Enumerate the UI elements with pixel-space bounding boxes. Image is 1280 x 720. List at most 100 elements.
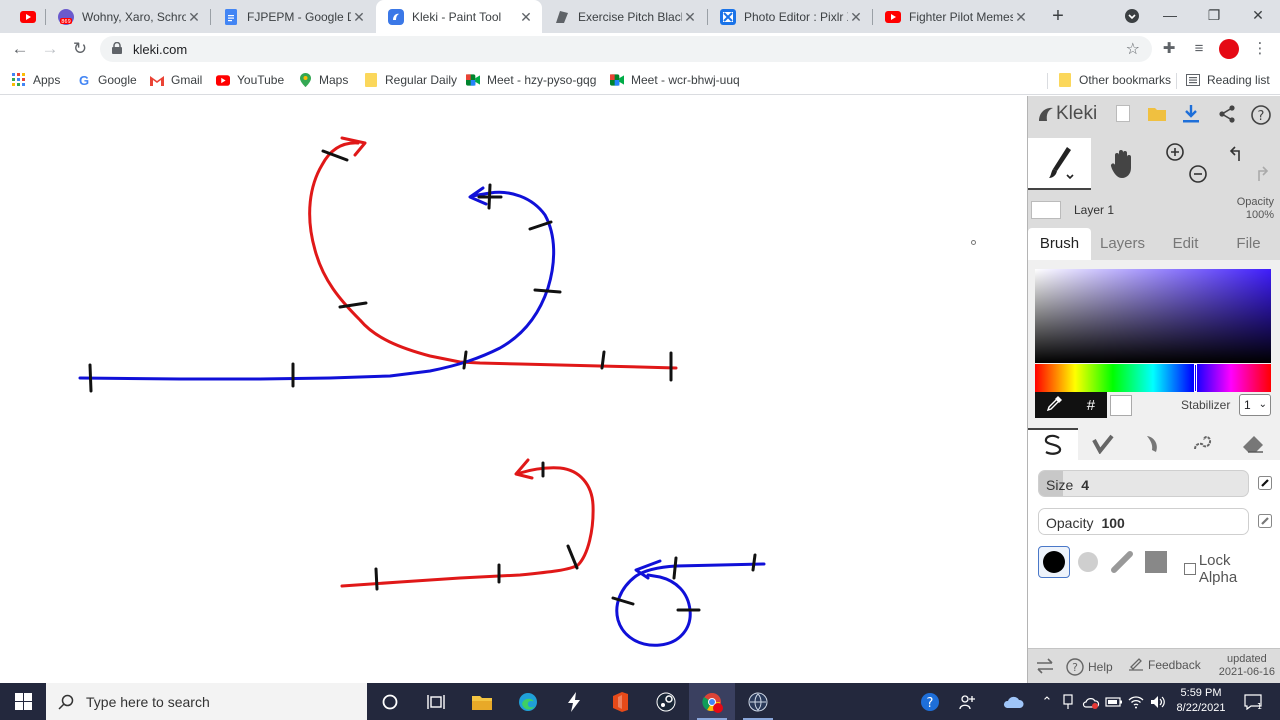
color-saturation-value-picker[interactable] [1035,269,1271,363]
bookmark-meet-1[interactable]: Meet - hzy-pyso-gqg [466,71,596,89]
bookmark-meet-2[interactable]: Meet - wcr-bhwj-uuq [610,71,740,89]
cloud-sync-icon[interactable] [1080,683,1102,720]
weather-icon[interactable] [998,683,1028,720]
taskbar-clock[interactable]: 5:59 PM 8/22/2021 [1166,686,1236,716]
hand-tool[interactable] [1091,138,1154,190]
opacity-slider[interactable]: Opacity 100 [1038,508,1249,535]
bookmark-star-icon[interactable]: ☆ [1126,39,1140,59]
close-icon[interactable]: ✕ [186,9,202,25]
edit-size-icon[interactable] [1257,476,1273,492]
volume-icon[interactable] [1148,683,1168,720]
stabilizer-select[interactable]: 1 ⌄ [1239,394,1271,416]
usb-icon[interactable] [1058,683,1078,720]
tab-youtube[interactable] [8,0,44,33]
lightning-app-icon[interactable] [551,683,597,720]
profile-avatar[interactable] [1219,39,1239,59]
close-icon[interactable]: ✕ [848,9,864,25]
swap-panel-icon[interactable] [1036,658,1054,674]
app-globe-icon[interactable] [735,683,781,720]
redo-icon[interactable] [1251,164,1271,190]
close-icon[interactable]: ✕ [518,9,534,25]
chalk-brush[interactable] [1106,546,1138,578]
bookmark-gmail[interactable]: Gmail [150,71,202,89]
maximize-icon[interactable]: ❐ [1192,0,1236,33]
hue-marker[interactable] [1194,364,1197,392]
lock-alpha-toggle[interactable]: Lock Alpha [1184,552,1271,586]
secondary-color-swatch[interactable] [1110,395,1132,416]
download-icon[interactable] [1181,105,1201,125]
cortana-icon[interactable] [367,683,413,720]
reload-icon[interactable]: ↻ [68,37,92,61]
wifi-icon[interactable] [1126,683,1146,720]
drawing-canvas[interactable] [0,96,1027,683]
tab-wohny[interactable]: 869 Wohny, Xaro, Schrod ✕ [46,0,210,33]
close-icon[interactable]: ✕ [1013,9,1029,25]
minimize-icon[interactable]: — [1148,0,1192,33]
tab-google-doc[interactable]: FJPEPM - Google Doc ✕ [211,0,375,33]
people-icon[interactable] [955,683,981,720]
help-tray-icon[interactable]: ? [916,683,944,720]
kleki-logo[interactable]: Kleki [1036,103,1097,125]
task-view-icon[interactable] [413,683,459,720]
eraser-tab[interactable] [1228,428,1278,460]
pixel-brush-tab[interactable] [1178,428,1228,460]
office-icon[interactable] [597,683,643,720]
tab-exercise[interactable]: Exercise Pitch Black - ✕ [542,0,706,33]
help-link[interactable]: ? Help [1066,658,1113,676]
file-explorer-icon[interactable] [459,683,505,720]
notifications-icon[interactable]: 1 [1240,683,1266,720]
square-brush[interactable] [1140,546,1172,578]
tab-file[interactable]: File [1217,228,1280,260]
steam-icon[interactable] [643,683,689,720]
forward-icon[interactable]: → [38,37,62,61]
other-bookmarks[interactable]: Other bookmarks [1058,71,1171,89]
bookmark-google[interactable]: G Google [77,71,137,89]
share-icon[interactable] [1217,105,1237,125]
tab-edit[interactable]: Edit [1154,228,1217,260]
bookmark-maps[interactable]: Maps [298,71,348,89]
chevron-up-icon[interactable]: ⌃ [1038,683,1056,720]
close-icon[interactable]: ✕ [351,9,367,25]
brush-tool[interactable] [1028,138,1091,190]
layer-preview[interactable]: Layer 1 Opacity 100% [1028,196,1280,224]
tab-pixlr[interactable]: Photo Editor : Pixlr X ✕ [708,0,872,33]
edit-opacity-icon[interactable] [1257,514,1273,530]
tab-brush[interactable]: Brush [1028,228,1091,260]
round-hard-brush[interactable] [1038,546,1070,578]
edge-icon[interactable] [505,683,551,720]
new-image-icon[interactable] [1113,105,1133,125]
blend-brush-tab[interactable] [1078,428,1128,460]
new-tab-button[interactable]: + [1047,6,1069,28]
extensions-icon[interactable]: ✚ [1159,39,1179,59]
feedback-link[interactable]: Feedback [1128,658,1201,672]
window-close-icon[interactable]: ✕ [1236,0,1280,33]
undo-icon[interactable] [1227,144,1247,170]
close-icon[interactable]: ✕ [682,9,698,25]
zoom-out-icon[interactable] [1188,164,1208,190]
chrome-icon[interactable] [689,683,735,720]
size-slider[interactable]: Size 4 [1038,470,1249,497]
menu-icon[interactable]: ⋮ [1250,39,1270,59]
bookmark-apps[interactable]: Apps [12,71,60,89]
help-icon[interactable]: ? [1251,105,1271,125]
zoom-in-icon[interactable] [1165,142,1185,168]
start-button[interactable] [0,683,46,720]
sketchy-brush-tab[interactable] [1128,428,1178,460]
bookmark-youtube[interactable]: YouTube [216,71,284,89]
tab-fighter-pilot[interactable]: Fighter Pilot Memes! ✕ [873,0,1037,33]
round-soft-brush[interactable] [1072,546,1104,578]
eyedropper-icon[interactable] [1046,395,1063,415]
address-bar[interactable]: kleki.com ☆ [100,36,1152,62]
bookmark-regular-daily[interactable]: Regular Daily [364,71,457,89]
media-queue-icon[interactable]: ≡ [1189,39,1209,59]
tab-layers[interactable]: Layers [1091,228,1154,260]
hex-input-button[interactable]: # [1087,397,1095,414]
battery-icon[interactable] [1104,683,1124,720]
reading-list[interactable]: Reading list [1186,71,1270,89]
open-folder-icon[interactable] [1147,105,1167,125]
taskbar-search[interactable]: Type here to search [46,683,367,720]
hue-slider[interactable] [1035,364,1271,392]
tab-kleki[interactable]: Kleki - Paint Tool ✕ [376,0,542,33]
back-icon[interactable]: ← [8,37,32,61]
lock-alpha-checkbox[interactable] [1184,563,1196,575]
